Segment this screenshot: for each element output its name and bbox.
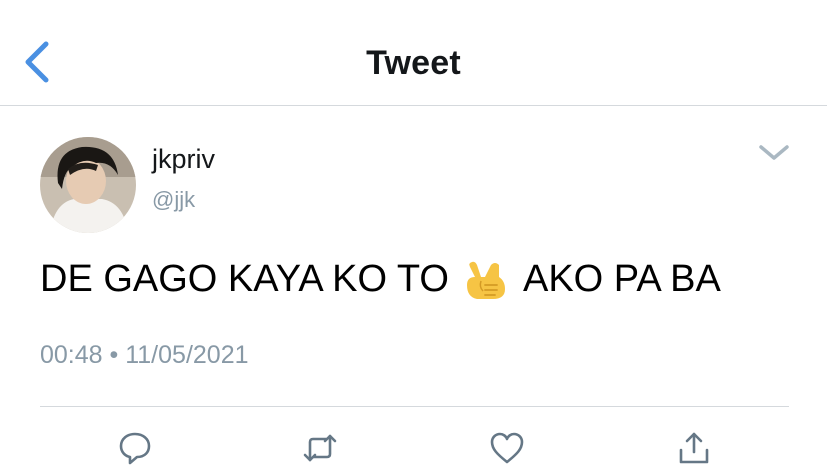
retweet-icon[interactable]: [302, 430, 338, 466]
share-icon[interactable]: [676, 430, 712, 466]
call-me-hand-emoji: [466, 261, 505, 299]
top-bar: Tweet: [0, 0, 827, 106]
tweet-text-part-2: AKO PA BA: [522, 257, 721, 300]
user-handle[interactable]: @jjk: [152, 187, 195, 213]
chevron-down-icon[interactable]: [757, 143, 791, 163]
separator-dot: •: [109, 341, 119, 369]
timestamp: 00:48 • 11/05/2021: [40, 341, 249, 370]
divider: [40, 406, 789, 407]
tweet-time: 00:48: [40, 341, 103, 369]
page-title: Tweet: [366, 44, 461, 82]
tweet-text-part-1: DE GAGO KAYA KO TO: [40, 257, 449, 300]
reply-icon[interactable]: [117, 430, 153, 466]
avatar[interactable]: [40, 137, 136, 233]
tweet-text: DE GAGO KAYA KO TO AKO PA BA: [40, 255, 721, 303]
tweet-date: 11/05/2021: [125, 341, 249, 369]
like-icon[interactable]: [489, 430, 525, 466]
display-name[interactable]: jkpriv: [152, 144, 215, 175]
